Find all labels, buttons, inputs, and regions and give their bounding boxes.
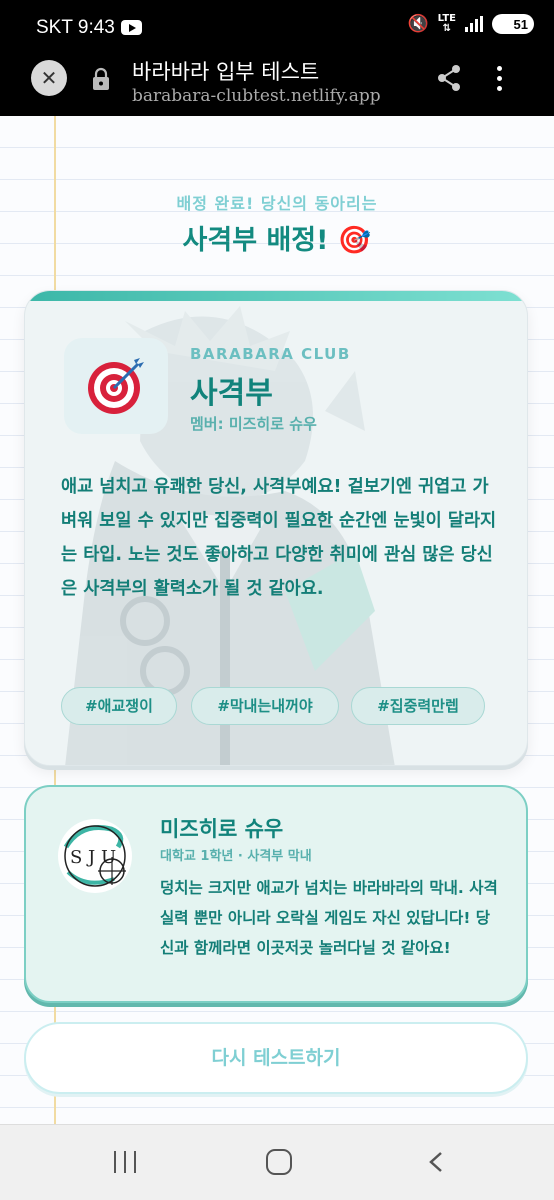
share-icon[interactable] <box>436 64 462 92</box>
result-subtitle: 배정 완료! 당신의 동아리는 <box>176 194 378 213</box>
status-icons: 🔇 LTE ⇅ 51 <box>407 14 534 34</box>
member-card: S J U 미즈히로 슈우 대학교 1학년 · 사격부 막내 덩치는 크지만 애… <box>24 785 528 1003</box>
avatar-letters: S J U <box>70 847 116 868</box>
url-host[interactable]: barabara-clubtest.netlify.app <box>132 86 381 106</box>
lte-indicator: LTE ⇅ <box>437 13 456 34</box>
back-icon[interactable] <box>428 1151 444 1173</box>
club-emblem <box>64 338 168 434</box>
lock-icon <box>93 67 109 90</box>
mute-icon: 🔇 <box>407 14 429 34</box>
club-name: 사격부 <box>190 376 273 411</box>
status-time: SKT 9:43 <box>36 17 115 38</box>
retry-test-button[interactable]: 다시 테스트하기 <box>24 1022 528 1094</box>
status-bar: SKT 9:43 🔇 LTE ⇅ 51 <box>0 0 554 52</box>
system-nav-bar <box>0 1124 554 1200</box>
tag-badge: #막내는내꺼야 <box>191 687 339 725</box>
club-description: 애교 넘치고 유쾌한 당신, 사격부예요! 겉보기엔 귀엽고 가벼워 보일 수 … <box>61 477 497 599</box>
member-info: 대학교 1학년 · 사격부 막내 <box>160 849 312 864</box>
club-members: 멤버: 미즈히로 슈우 <box>190 415 317 433</box>
recent-apps-icon[interactable] <box>114 1151 136 1173</box>
tag-badge: #집중력만렙 <box>351 687 485 725</box>
member-name: 미즈히로 슈우 <box>160 817 284 841</box>
result-title: 사격부 배정! 🎯 <box>182 225 372 256</box>
browser-toolbar: ✕ 바라바라 입부 테스트 barabara-clubtest.netlify.… <box>0 52 554 116</box>
club-result-card: BARABARA CLUB 사격부 멤버: 미즈히로 슈우 애교 넘치고 유쾌한… <box>24 290 528 766</box>
close-icon[interactable]: ✕ <box>31 60 67 96</box>
signal-icon <box>465 16 483 32</box>
youtube-icon <box>121 20 142 35</box>
page-title[interactable]: 바라바라 입부 테스트 <box>132 56 319 86</box>
member-description: 덩치는 크지만 애교가 넘치는 바라바라의 막내. 사격 실력 뿐만 아니라 오… <box>160 879 498 957</box>
member-avatar: S J U <box>58 819 132 893</box>
more-options-icon[interactable] <box>497 66 503 92</box>
battery-icon: 51 <box>492 14 534 34</box>
home-icon[interactable] <box>266 1149 292 1175</box>
target-icon <box>88 358 144 414</box>
tag-badge: #애교쟁이 <box>61 687 177 725</box>
club-brand: BARABARA CLUB <box>190 345 351 363</box>
page-content: 배정 완료! 당신의 동아리는 사격부 배정! 🎯 BARABARA CLUB … <box>0 116 554 1124</box>
